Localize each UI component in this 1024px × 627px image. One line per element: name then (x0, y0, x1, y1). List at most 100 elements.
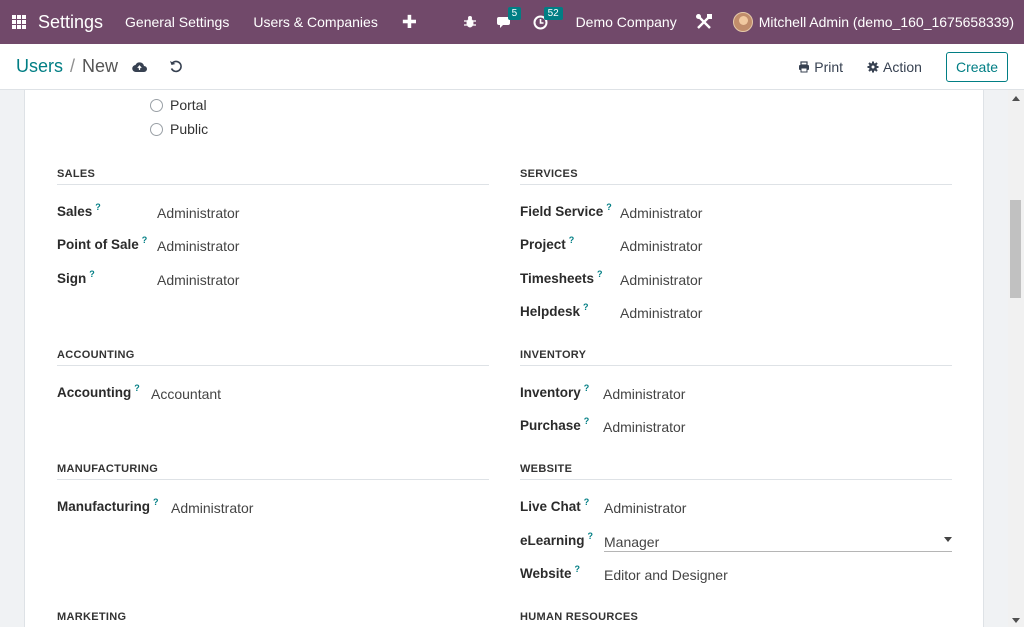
field-value[interactable]: Administrator (603, 386, 685, 402)
action-button[interactable]: Action (867, 59, 922, 75)
field-value[interactable]: Accountant (151, 386, 221, 402)
field-value[interactable]: Administrator (603, 419, 685, 435)
help-icon[interactable]: ? (584, 416, 590, 426)
breadcrumb-users[interactable]: Users (16, 56, 63, 77)
radio-button[interactable] (150, 122, 163, 136)
tools-icon[interactable] (695, 13, 713, 31)
app-title[interactable]: Settings (38, 12, 103, 33)
field-value[interactable]: Administrator (620, 305, 702, 321)
field-value[interactable]: Administrator (620, 238, 702, 254)
group-accounting: ACCOUNTING Accounting? Accountant (57, 349, 489, 402)
field-label: Project (520, 237, 566, 252)
field-label: Manufacturing (57, 499, 150, 514)
field-label: Accounting (57, 385, 132, 400)
field-label: Helpdesk (520, 304, 581, 319)
radio-label: Public (170, 121, 209, 137)
field-purchase: Purchase? (520, 416, 590, 433)
help-icon[interactable]: ? (588, 531, 594, 541)
help-icon[interactable]: ? (89, 269, 95, 279)
help-icon[interactable]: ? (583, 302, 589, 312)
company-switcher[interactable]: Demo Company (576, 14, 677, 30)
field-value[interactable]: Administrator (620, 272, 702, 288)
clock-icon[interactable]: 52 (533, 6, 563, 30)
help-icon[interactable]: ? (134, 383, 140, 393)
field-value[interactable]: Administrator (604, 500, 686, 516)
field-value[interactable]: Administrator (157, 205, 239, 221)
field-manufacturing: Manufacturing? (57, 497, 159, 514)
field-sign: Sign? (57, 269, 95, 286)
field-website: Website? (520, 564, 581, 581)
radio-label: Portal (170, 97, 207, 113)
field-inventory: Inventory? (520, 383, 590, 400)
form-sheet: Portal Public SALES Sales? Administrator… (24, 90, 984, 627)
vertical-scrollbar[interactable] (1008, 90, 1024, 627)
plus-icon[interactable]: ✚ (402, 12, 417, 33)
radio-button[interactable] (150, 98, 163, 112)
print-button[interactable]: Print (798, 59, 843, 75)
help-icon[interactable]: ? (142, 235, 148, 245)
field-label: Sign (57, 271, 87, 286)
field-field-service: Field Service? (520, 202, 612, 219)
field-label: Timesheets (520, 271, 595, 286)
help-icon[interactable]: ? (575, 564, 581, 574)
field-value[interactable]: Editor and Designer (604, 567, 728, 583)
scroll-up-icon[interactable] (1012, 96, 1020, 101)
group-inventory: INVENTORY Inventory? Administrator Purch… (520, 349, 952, 435)
group-title: WEBSITE (520, 463, 952, 480)
menu-users-companies[interactable]: Users & Companies (253, 14, 378, 30)
field-value[interactable]: Administrator (157, 272, 239, 288)
group-sales: SALES Sales? Administrator Point of Sale… (57, 168, 489, 288)
field-project: Project? (520, 235, 575, 252)
bug-icon[interactable] (463, 15, 477, 29)
scrollbar-thumb[interactable] (1010, 200, 1021, 298)
field-timesheets: Timesheets? (520, 269, 603, 286)
help-icon[interactable]: ? (584, 383, 590, 393)
field-value[interactable]: Administrator (157, 238, 239, 254)
group-title: SALES (57, 168, 489, 185)
group-title: HUMAN RESOURCES (520, 611, 952, 627)
discard-icon[interactable] (169, 60, 182, 73)
field-label: Live Chat (520, 499, 581, 514)
help-icon[interactable]: ? (606, 202, 612, 212)
field-value[interactable]: Administrator (620, 205, 702, 221)
group-human-resources: HUMAN RESOURCES (520, 611, 952, 627)
field-label: Point of Sale (57, 237, 139, 252)
top-navbar: Settings General Settings Users & Compan… (0, 0, 1024, 44)
field-value[interactable]: Administrator (171, 500, 253, 516)
field-label: Sales (57, 204, 93, 219)
help-icon[interactable]: ? (569, 235, 575, 245)
field-accounting: Accounting? (57, 383, 140, 400)
cloud-save-icon[interactable] (132, 61, 148, 73)
group-title: MANUFACTURING (57, 463, 489, 480)
help-icon[interactable]: ? (95, 202, 101, 212)
radio-public[interactable]: Public (150, 121, 208, 137)
group-services: SERVICES Field Service? Administrator Pr… (520, 168, 952, 321)
create-button[interactable]: Create (945, 51, 1008, 82)
user-menu[interactable]: Mitchell Admin (demo_160_1675658339) (759, 14, 1014, 30)
menu-general-settings[interactable]: General Settings (125, 14, 229, 30)
dropdown-caret-icon (944, 537, 952, 542)
help-icon[interactable]: ? (597, 269, 603, 279)
help-icon[interactable]: ? (584, 497, 590, 507)
radio-portal[interactable]: Portal (150, 97, 207, 113)
apps-icon[interactable] (12, 15, 26, 29)
field-live-chat: Live Chat? (520, 497, 590, 514)
group-website: WEBSITE Live Chat? Administrator eLearni… (520, 463, 952, 583)
help-icon[interactable]: ? (153, 497, 159, 507)
field-point-of-sale: Point of Sale? (57, 235, 148, 252)
group-marketing: MARKETING (57, 611, 489, 627)
select-value: Manager (604, 534, 660, 550)
messages-badge: 5 (507, 7, 522, 20)
group-title: ACCOUNTING (57, 349, 489, 366)
breadcrumb: Users / New (16, 56, 118, 77)
breadcrumb-current: New (82, 56, 119, 76)
print-icon (799, 60, 810, 72)
field-label: Website (520, 566, 572, 581)
form-content: Portal Public SALES Sales? Administrator… (0, 90, 1008, 627)
chat-icon[interactable]: 5 (496, 7, 522, 29)
field-label: Inventory (520, 385, 581, 400)
field-helpdesk: Helpdesk? (520, 302, 589, 319)
avatar[interactable] (732, 12, 753, 32)
elearning-select[interactable]: Manager (604, 531, 952, 552)
scroll-down-icon[interactable] (1012, 618, 1020, 623)
